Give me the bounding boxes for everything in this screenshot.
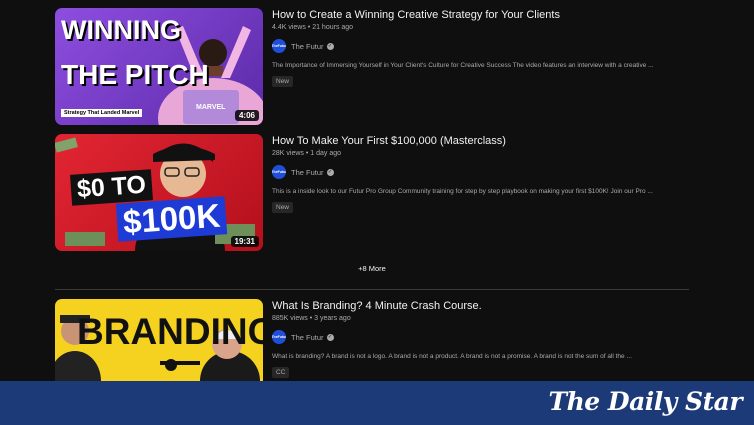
section-divider xyxy=(55,289,689,290)
video-description: This is a inside look to our Futur Pro G… xyxy=(272,188,653,195)
thumbnail-caption: Strategy That Landed Marvel xyxy=(61,109,143,117)
cc-badge: CC xyxy=(272,367,290,378)
thumbnail-logo: MARVEL xyxy=(196,104,226,111)
new-badge: New xyxy=(272,76,294,87)
video-duration: 4:06 xyxy=(234,110,259,121)
upload-age: 1 day ago xyxy=(310,150,341,157)
channel-avatar[interactable]: TheFutur xyxy=(272,39,286,53)
channel-name[interactable]: The Futur xyxy=(291,42,324,51)
video-meta: 28K views • 1 day ago xyxy=(272,150,341,157)
channel-info[interactable]: TheFutur The Futur ✓ xyxy=(272,165,692,179)
thumbnail-title-line-2: $100K xyxy=(115,196,228,242)
video-row[interactable]: $0 TO $100K 19:31 How To Make Your First… xyxy=(55,134,695,252)
video-description: The Importance of Immersing Yourself in … xyxy=(272,62,654,69)
verified-icon: ✓ xyxy=(326,42,334,50)
channel-avatar[interactable]: TheFutur xyxy=(272,330,286,344)
channel-avatar[interactable]: TheFutur xyxy=(272,165,286,179)
view-count: 4.4K views xyxy=(272,24,306,31)
video-title[interactable]: What Is Branding? 4 Minute Crash Course. xyxy=(272,299,692,313)
video-duration: 19:31 xyxy=(230,236,259,247)
video-thumbnail[interactable]: $0 TO $100K 19:31 xyxy=(55,134,263,251)
channel-info[interactable]: TheFutur The Futur ✓ xyxy=(272,330,692,344)
channel-name[interactable]: The Futur xyxy=(291,333,324,342)
channel-name[interactable]: The Futur xyxy=(291,168,324,177)
upload-age: 3 years ago xyxy=(314,315,351,322)
verified-icon: ✓ xyxy=(326,333,334,341)
video-title[interactable]: How to Create a Winning Creative Strateg… xyxy=(272,8,692,22)
view-count: 885K views xyxy=(272,315,308,322)
upload-age: 21 hours ago xyxy=(312,24,354,31)
thumbnail-title-line-2: THE PITCH xyxy=(61,59,209,90)
view-count: 28K views xyxy=(272,150,304,157)
video-thumbnail[interactable]: WINNING THE PITCH Strategy That Landed M… xyxy=(55,8,263,125)
video-row[interactable]: WINNING THE PITCH Strategy That Landed M… xyxy=(55,8,695,126)
thumbnail-title-line-1: WINNING xyxy=(61,15,181,45)
video-meta: 885K views • 3 years ago xyxy=(272,315,351,322)
show-more-button[interactable]: +8 More xyxy=(0,264,744,273)
verified-icon: ✓ xyxy=(326,168,334,176)
video-title[interactable]: How To Make Your First $100,000 (Masterc… xyxy=(272,134,692,148)
video-description: What is branding? A brand is not a logo.… xyxy=(272,353,632,360)
thumbnail-title-line-1: BRANDING xyxy=(77,311,263,352)
daily-star-logo: The Daily Star xyxy=(548,387,743,416)
channel-info[interactable]: TheFutur The Futur ✓ xyxy=(272,39,692,53)
new-badge: New xyxy=(272,202,294,213)
video-meta: 4.4K views • 21 hours ago xyxy=(272,24,354,31)
video-thumbnail[interactable]: BRANDING xyxy=(55,299,263,381)
thumbnail-title-line-1: $0 TO xyxy=(70,169,154,206)
watermark-bar: The Daily Star xyxy=(0,381,754,425)
